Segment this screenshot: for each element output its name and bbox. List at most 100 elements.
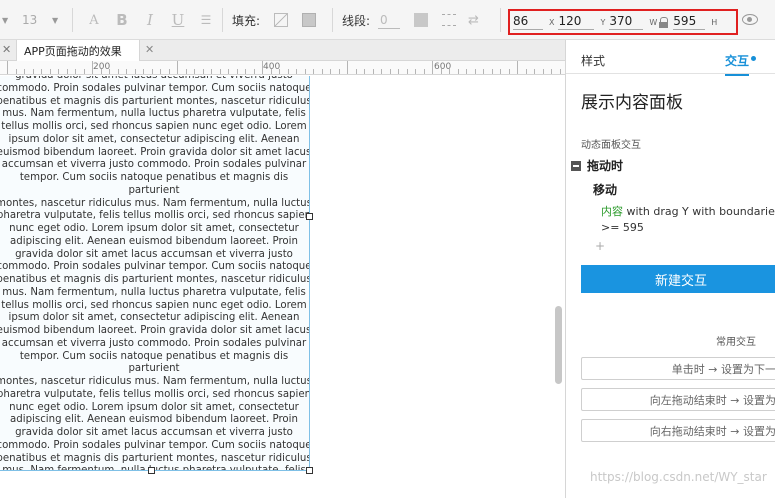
collapse-icon[interactable] [571, 160, 581, 171]
ruler-tick [355, 69, 357, 74]
close-icon[interactable]: ✕ [2, 43, 11, 56]
section-label: 动态面板交互 [581, 140, 641, 151]
ruler-tick [551, 69, 552, 74]
line-width-input[interactable]: 0 [378, 11, 401, 29]
ruler-tick [364, 69, 365, 74]
divider [332, 8, 333, 32]
ruler-tick [7, 61, 8, 74]
x-input[interactable]: 86 [513, 14, 543, 30]
ruler-tick [75, 69, 76, 74]
divider [72, 8, 73, 32]
panel-text-line: penatibus et magnis dis parturient monte… [0, 452, 310, 464]
panel-text-line: mus. Nam fermentum, nulla luctus pharetr… [2, 108, 306, 120]
ruler-tick [143, 69, 144, 74]
ruler-label: 400 [263, 62, 281, 72]
design-canvas[interactable]: gravida dolor sit amet lacus accumsan et… [0, 76, 565, 498]
panel-text-line: commodo. Proin sodales pulvinar tempor. … [0, 261, 310, 273]
document-tab-bar: ✕ APP页面拖动的效果 ✕ [0, 40, 565, 61]
panel-text-line: nunc eget odio. Lorem ipsum dolor sit am… [9, 401, 299, 413]
ruler-tick [372, 69, 374, 74]
common-interactions-label: 常用交互 [716, 337, 756, 348]
panel-text-line: penatibus et magnis dis parturient monte… [0, 95, 310, 107]
new-interaction-button[interactable]: 新建交互 [581, 265, 775, 293]
panel-text-line: adipiscing elit. Aenean euismod bibendum… [10, 414, 298, 426]
ruler-tick [338, 69, 340, 74]
font-size-select[interactable]: 13 ▼ [18, 0, 66, 40]
ruler-tick [415, 69, 416, 74]
resize-handle[interactable] [306, 467, 313, 474]
quick-action-swipe-left[interactable]: 向左拖动结束时 → 设置为 [581, 388, 775, 411]
ruler-tick [49, 69, 51, 74]
ruler-tick [245, 69, 246, 74]
ruler-tick [160, 69, 161, 74]
ruler-tick [474, 69, 476, 74]
resize-handle[interactable] [306, 213, 313, 220]
lock-icon[interactable] [659, 16, 669, 28]
shadow-icon[interactable] [302, 13, 317, 27]
underline-icon[interactable]: U [164, 11, 192, 29]
toolbar: ▼ 13 ▼ A B I U ☰ 填充: 线段: 0 ⇄ 86 X 120 Y … [0, 0, 775, 40]
panel-text-line: euismod bibendum laoreet. Proin gravida … [0, 146, 310, 158]
ruler-tick [296, 69, 297, 74]
panel-text-line: gravida dolor sit amet lacus accumsan et… [15, 248, 293, 260]
resize-handle[interactable] [148, 467, 155, 474]
ruler-tick [500, 69, 501, 74]
line-color-icon[interactable] [414, 13, 429, 27]
panel-content-text: gravida dolor sit amet lacus accumsan et… [0, 76, 310, 470]
add-action-icon[interactable]: + [595, 239, 605, 253]
panel-text-line: tellus mollis orci, sed rhoncus sapien n… [1, 299, 307, 311]
ruler-tick [406, 69, 408, 74]
ruler-tick [525, 69, 527, 74]
tab-interaction[interactable]: 交互 [725, 52, 750, 76]
ruler-tick [517, 61, 518, 74]
line-style-icon[interactable] [442, 14, 457, 26]
ruler-tick [270, 69, 272, 74]
bold-icon[interactable]: B [108, 11, 136, 29]
dynamic-panel[interactable]: gravida dolor sit amet lacus accumsan et… [0, 76, 310, 471]
ruler-tick [168, 69, 170, 74]
ruler-tick [330, 69, 331, 74]
close-icon[interactable]: ✕ [145, 43, 154, 56]
panel-text-line: adipiscing elit. Aenean euismod bibendum… [10, 235, 298, 247]
ruler-tick [32, 69, 34, 74]
arrow-style-icon[interactable]: ⇄ [468, 13, 479, 28]
font-dropdown-caret[interactable]: ▼ [2, 0, 8, 40]
ruler-tick [457, 69, 459, 74]
fill-color-icon[interactable] [274, 13, 289, 27]
ruler-tick [236, 69, 238, 74]
tab-app-page[interactable]: APP页面拖动的效果 ✕ [16, 40, 154, 61]
width-input[interactable]: 370 [609, 14, 644, 30]
ruler-label: 200 [93, 62, 111, 72]
ruler-tick [219, 69, 221, 74]
ruler-tick [100, 69, 102, 74]
more-format-icon[interactable]: ☰ [192, 13, 220, 27]
action-line-2[interactable]: >= 595 [601, 221, 644, 234]
italic-icon[interactable]: I [136, 11, 164, 29]
quick-action-swipe-right[interactable]: 向右拖动结束时 → 设置为 [581, 419, 775, 442]
canvas-scrollbar[interactable] [555, 306, 562, 384]
font-size-value: 13 [22, 13, 38, 27]
widget-title[interactable]: 展示内容面板 [581, 88, 683, 113]
ruler-tick [83, 69, 85, 74]
visibility-eye-icon[interactable] [742, 14, 758, 25]
ruler-tick [398, 69, 399, 74]
panel-text-line: gravida dolor sit amet lacus accumsan et… [0, 76, 309, 83]
action-line[interactable]: 内容 with drag Y with boundaries [601, 203, 775, 219]
case-name[interactable]: 移动 [593, 181, 617, 198]
inspector-pane: 样式 交互 展示内容面板 动态面板交互 拖动时 移动 内容 with drag … [565, 40, 775, 498]
height-input[interactable]: 595 [673, 14, 706, 30]
y-input[interactable]: 120 [558, 14, 595, 30]
ruler-tick [466, 69, 467, 74]
ruler-tick [134, 69, 136, 74]
ruler-tick [534, 69, 535, 74]
tab-style[interactable]: 样式 [581, 52, 605, 69]
font-color-icon[interactable]: A [80, 13, 108, 28]
event-row[interactable]: 拖动时 [571, 157, 623, 174]
quick-action-click[interactable]: 单击时 → 设置为下一 [581, 357, 775, 380]
panel-text-line: pharetra vulputate, felis tellus mollis … [0, 210, 310, 222]
panel-text-line: pharetra vulputate, felis tellus mollis … [0, 388, 310, 400]
panel-text-line: ipsum dolor sit amet, consectetur adipis… [8, 133, 300, 145]
panel-text-line: commodo. Proin sodales pulvinar tempor. … [0, 439, 310, 451]
ruler-tick [381, 69, 382, 74]
text-format-group: A B I U ☰ [80, 0, 220, 40]
